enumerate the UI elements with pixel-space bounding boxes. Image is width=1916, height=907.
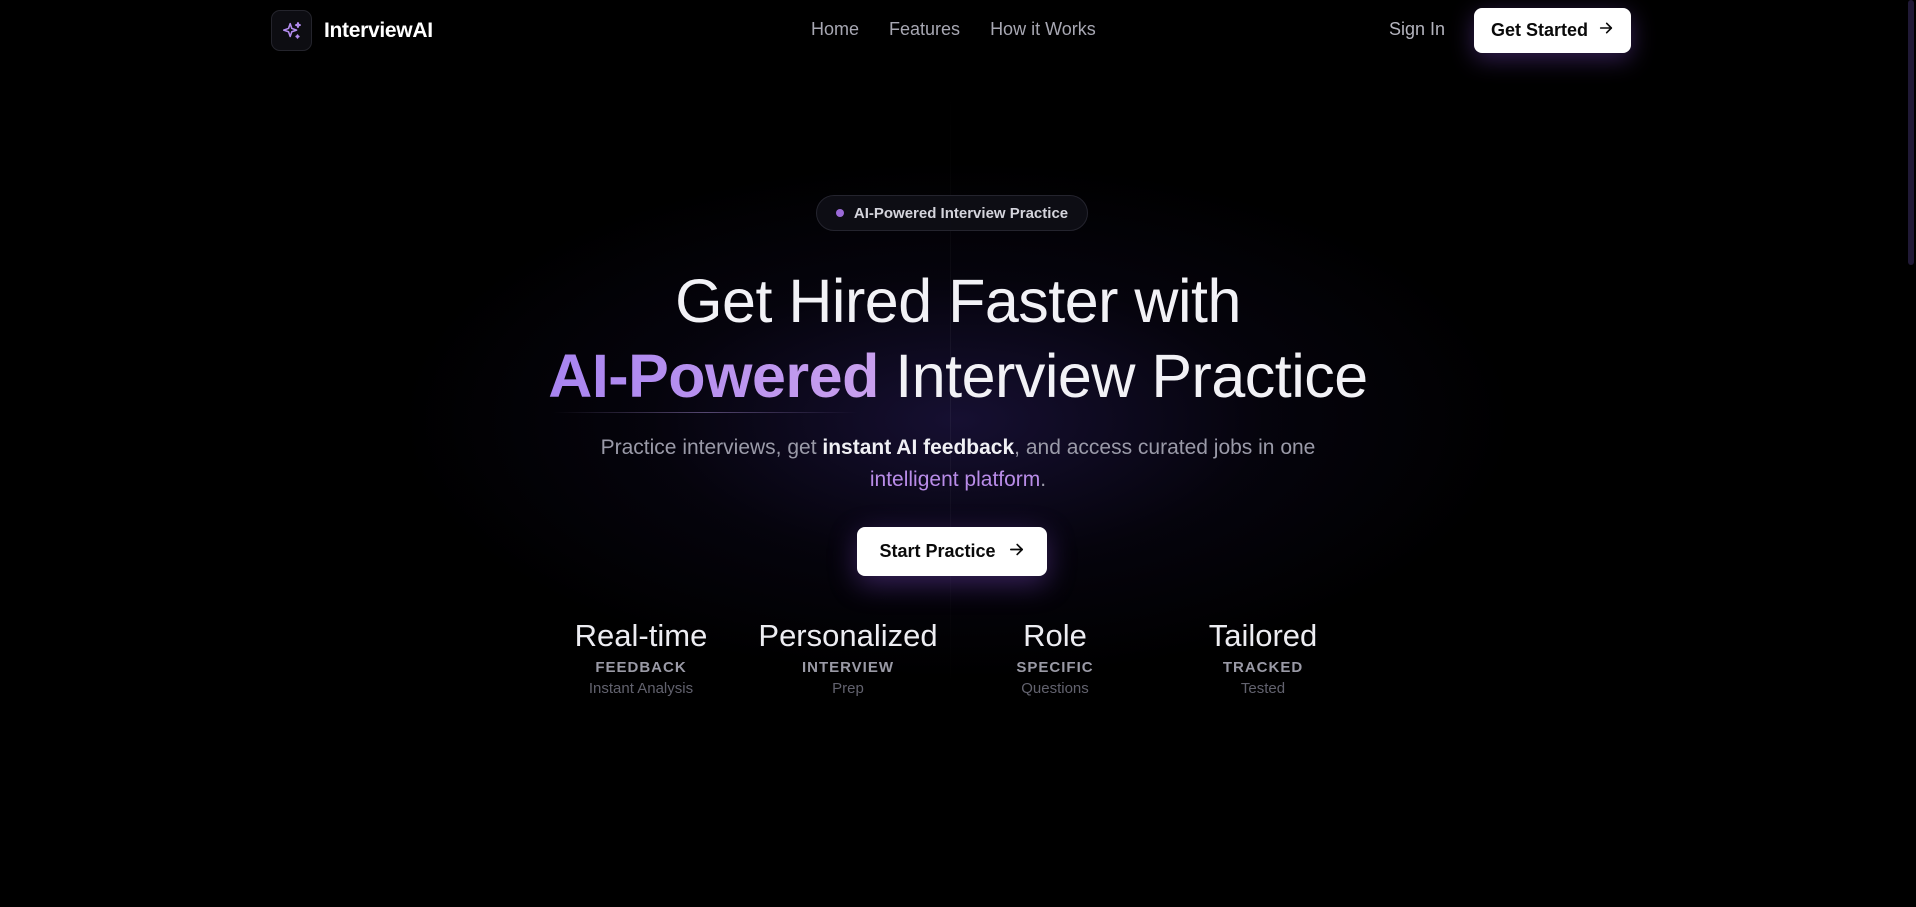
get-started-label: Get Started [1490,20,1589,40]
start-practice-label: Start Practice [879,541,996,561]
stat-label: SPECIFIC [1016,659,1094,676]
sparkles-icon [271,10,312,51]
top-navbar: InterviewAI Home Features How it Works S… [0,0,1916,62]
headline-accent: AI-Powered [548,342,879,410]
sign-in-link[interactable]: Sign In [1389,19,1445,40]
subtitle-part-1: Practice interviews, get [600,436,823,459]
stat-description: Instant Analysis [588,680,694,697]
nav-link-how-it-works[interactable]: How it Works [990,19,1096,40]
headline-line-1: Get Hired Faster with [675,267,1241,335]
stat-title: Tailored [1208,618,1318,653]
arrow-right-icon [1008,541,1025,563]
stat-title: Role [1023,618,1087,653]
hero-headline: Get Hired Faster with AI-Powered Intervi… [0,264,1916,414]
stat-label: TRACKED [1222,659,1304,676]
headline-underline [553,412,858,413]
badge-dot-icon [835,209,844,217]
start-practice-button[interactable]: Start Practice [857,527,1047,576]
stat-label: INTERVIEW [801,659,895,676]
stat-item: Real-time FEEDBACK Instant Analysis [531,616,751,697]
stat-description: Prep [832,680,864,697]
hero-subtitle: Practice interviews, get instant AI feed… [560,432,1356,496]
stat-item: Tailored TRACKED Tested [1153,616,1373,697]
subtitle-end: . [1040,468,1047,491]
nav-link-features[interactable]: Features [889,19,960,40]
stat-description: Tested [1240,680,1286,697]
brand-name: InterviewAI [324,18,433,42]
brand-logo-link[interactable]: InterviewAI [271,10,433,51]
stat-title: Real-time [574,618,708,653]
arrow-right-icon [1598,20,1614,41]
headline-line-2: Interview Practice [878,342,1368,410]
stat-label: FEEDBACK [595,659,687,676]
get-started-button[interactable]: Get Started [1474,8,1631,53]
subtitle-accent: intelligent platform [869,468,1041,491]
main-nav: Home Features How it Works [811,19,1096,40]
subtitle-part-2: , and access curated jobs in one [1014,436,1316,459]
hero-badge: AI-Powered Interview Practice [816,195,1088,231]
stat-item: Role SPECIFIC Questions [945,616,1165,697]
subtitle-highlight: instant AI feedback [822,436,1015,459]
nav-link-home[interactable]: Home [811,19,859,40]
stat-description: Questions [1021,680,1089,697]
stat-title: Personalized [758,618,938,653]
stat-item: Personalized INTERVIEW Prep [738,616,958,697]
badge-text: AI-Powered Interview Practice [853,204,1069,222]
